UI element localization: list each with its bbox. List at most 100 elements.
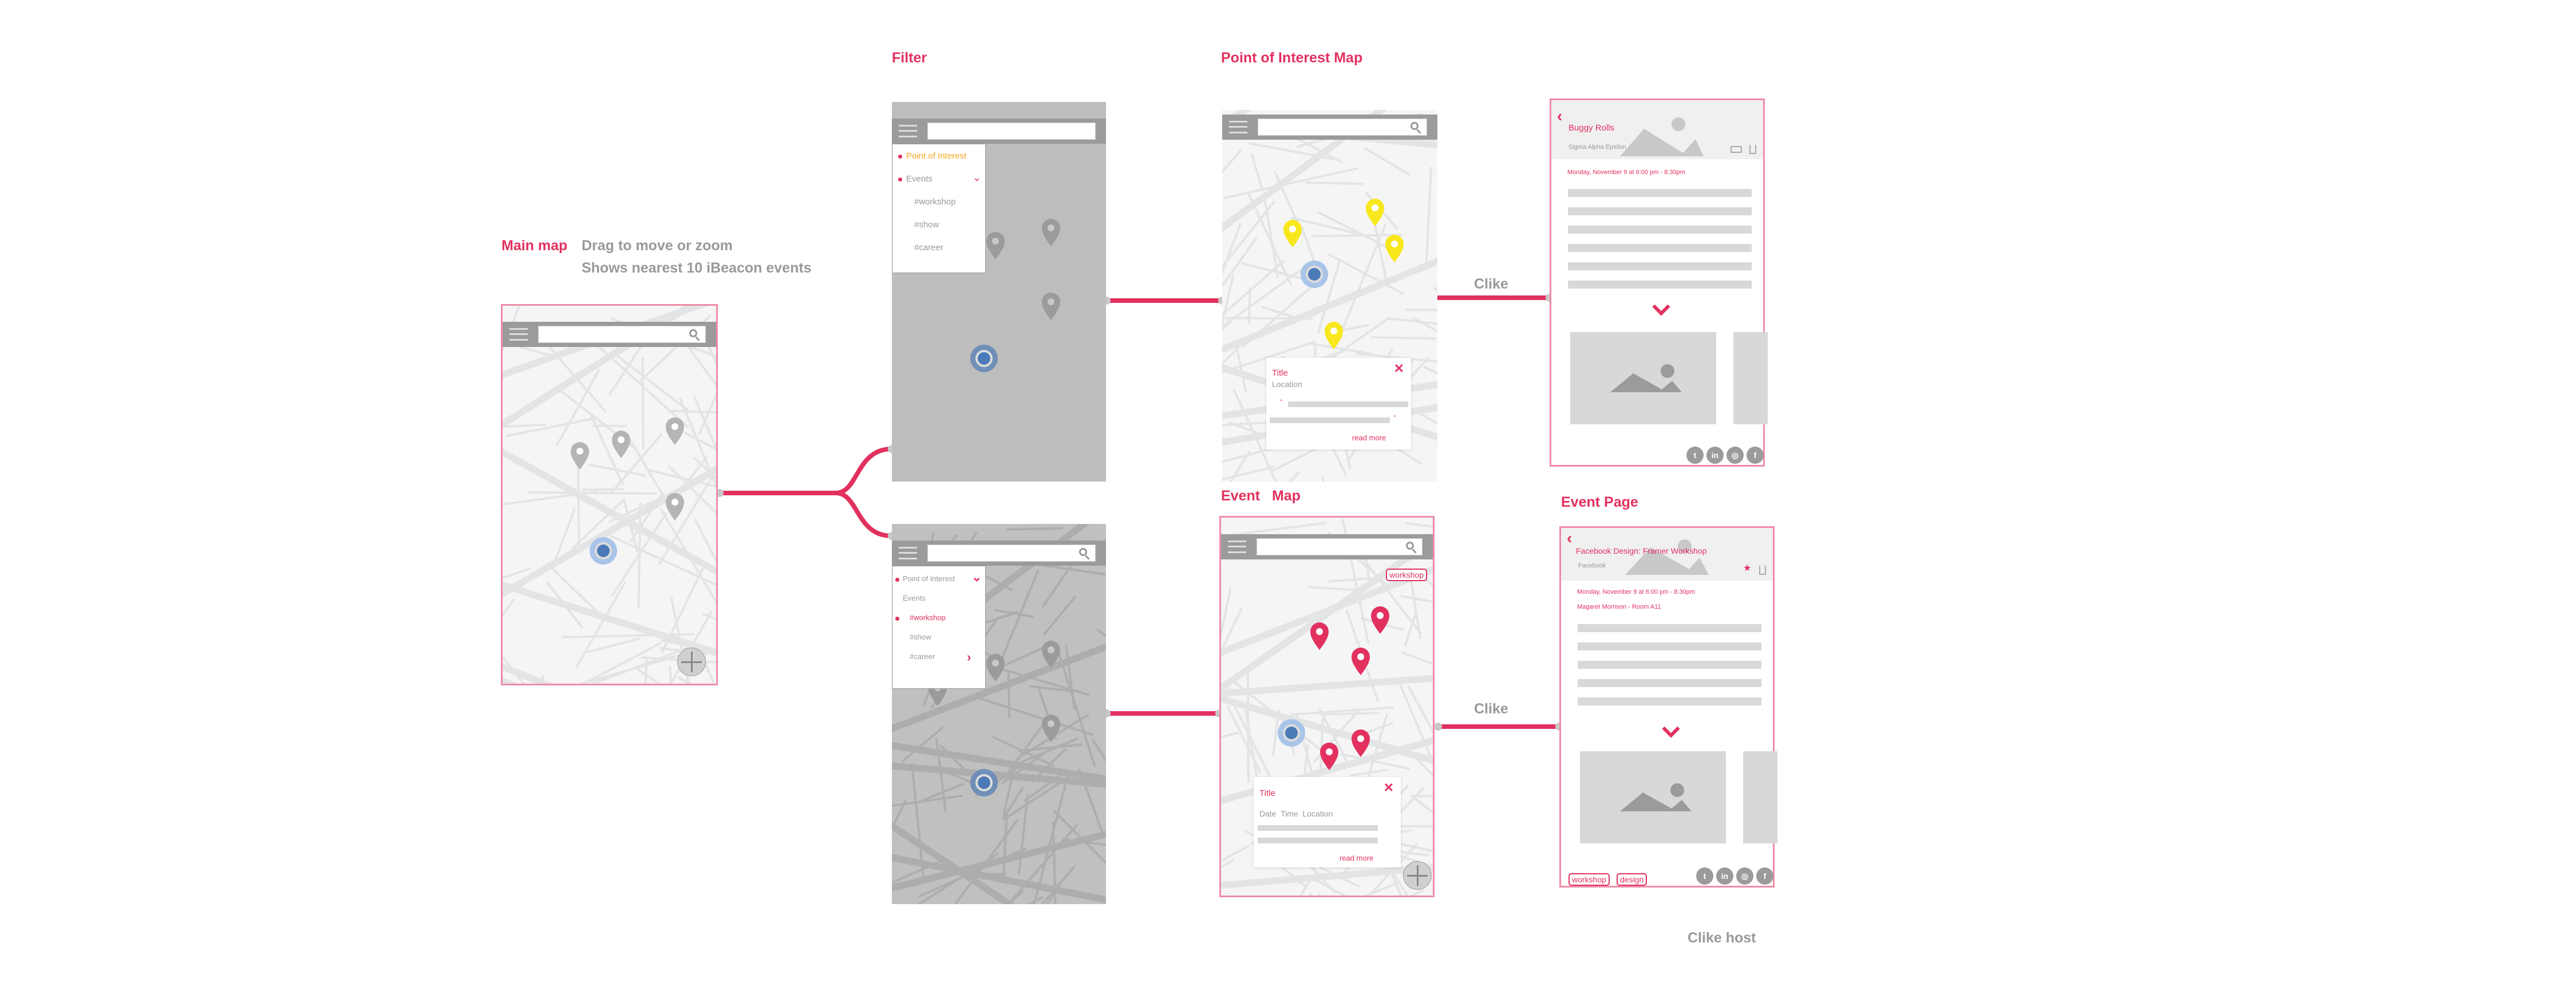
menu-item-career[interactable]: #career: [914, 243, 943, 253]
star-icon[interactable]: ★: [1743, 562, 1751, 574]
map-pin-icon[interactable]: [1385, 235, 1404, 262]
menu-item-show[interactable]: #show: [914, 220, 939, 230]
text-placeholder: [1578, 697, 1761, 705]
menu-item-career[interactable]: #career: [910, 652, 935, 661]
search-icon[interactable]: [1079, 548, 1087, 556]
text-placeholder: [1258, 825, 1378, 831]
menu-item-events[interactable]: Events: [906, 174, 933, 184]
add-button[interactable]: [1403, 861, 1432, 890]
map-pin-icon[interactable]: [986, 232, 1005, 259]
search-input[interactable]: [1258, 119, 1427, 136]
twitter-icon[interactable]: t: [1686, 447, 1704, 464]
search-icon[interactable]: [689, 329, 697, 337]
map-pin-icon[interactable]: [666, 493, 684, 520]
close-icon[interactable]: ✕: [1384, 780, 1394, 795]
popup-title: Title: [1272, 368, 1288, 378]
hamburger-menu-icon[interactable]: [899, 125, 917, 137]
search-input[interactable]: [927, 545, 1096, 562]
toolbar: [892, 541, 1106, 566]
map-pin-icon[interactable]: [1352, 729, 1370, 757]
instagram-icon[interactable]: ◎: [1726, 447, 1744, 464]
event-page-label: Event Page: [1561, 494, 1638, 510]
menu-item-poi[interactable]: Point of Interest: [906, 151, 966, 161]
event-tag-workshop[interactable]: workshop: [1568, 873, 1610, 886]
current-location-icon: [1278, 719, 1305, 747]
menu-item-workshop[interactable]: #workshop: [910, 613, 946, 622]
linkedin-icon[interactable]: in: [1716, 867, 1733, 885]
event-tag-design[interactable]: design: [1617, 873, 1647, 886]
event-map-screen[interactable]: workshop ✕ Title Date Time Location read…: [1219, 516, 1435, 897]
linkedin-icon[interactable]: in: [1706, 447, 1724, 464]
map-pin-icon[interactable]: [1366, 199, 1384, 226]
map-pin-icon[interactable]: [1042, 293, 1060, 320]
map-pin-icon[interactable]: [571, 442, 589, 470]
search-input[interactable]: [927, 123, 1096, 140]
active-filter-tag[interactable]: workshop: [1386, 569, 1427, 581]
search-icon[interactable]: [1411, 122, 1419, 130]
menu-item-poi[interactable]: Point of Interest: [903, 574, 955, 583]
search-input[interactable]: [1257, 538, 1423, 555]
map-pin-icon[interactable]: [1371, 606, 1389, 634]
vr-icon[interactable]: [1730, 146, 1742, 153]
filter-screen-poi[interactable]: Point of Interest Events ⌄ #workshop #sh…: [892, 102, 1106, 482]
close-icon[interactable]: ✕: [1394, 361, 1404, 376]
image-placeholder-icon: [1620, 117, 1704, 156]
menu-item-workshop[interactable]: #workshop: [914, 197, 956, 207]
map-pin-icon[interactable]: [666, 417, 684, 445]
add-button[interactable]: [677, 648, 706, 676]
selected-dot: [898, 178, 902, 182]
event-host[interactable]: Facebook: [1578, 562, 1606, 569]
menu-item-show[interactable]: #show: [910, 633, 931, 641]
chevron-down-icon[interactable]: [1662, 720, 1680, 738]
map-pin-icon[interactable]: [986, 654, 1005, 681]
hamburger-menu-icon[interactable]: [509, 328, 528, 341]
text-placeholder: [1578, 661, 1761, 669]
map-label-word: Map: [1271, 488, 1301, 504]
main-map-screen[interactable]: [501, 304, 718, 685]
read-more-link[interactable]: read more: [1340, 854, 1373, 862]
share-icon[interactable]: [1749, 145, 1756, 154]
current-location-icon: [590, 537, 617, 565]
event-map-label: Event Map: [1221, 488, 1301, 504]
back-button[interactable]: ‹: [1567, 529, 1572, 547]
chevron-down-icon[interactable]: [1652, 298, 1670, 316]
event-datetime: Monday, November 9 at 6:00 pm - 8:30pm: [1567, 169, 1685, 176]
facebook-icon[interactable]: f: [1747, 447, 1764, 464]
hamburger-menu-icon[interactable]: [1229, 121, 1247, 133]
map-pin-icon[interactable]: [1325, 322, 1343, 349]
map-pin-icon[interactable]: [1310, 622, 1329, 650]
map-pin-icon[interactable]: [1042, 219, 1060, 246]
hamburger-menu-icon[interactable]: [899, 547, 917, 559]
popup-location: Location: [1272, 380, 1302, 389]
poi-map-screen[interactable]: ✕ Title Location “ ” read more: [1222, 110, 1437, 482]
hamburger-menu-icon[interactable]: [1228, 541, 1246, 553]
search-icon[interactable]: [1406, 542, 1414, 550]
poi-popup[interactable]: ✕ Title Location “ ” read more: [1266, 358, 1411, 449]
instagram-icon[interactable]: ◎: [1736, 867, 1753, 885]
chevron-down-icon[interactable]: ⌄: [973, 172, 981, 184]
back-button[interactable]: ‹: [1557, 107, 1562, 125]
event-popup[interactable]: ✕ Title Date Time Location read more: [1254, 777, 1401, 867]
street-map[interactable]: [503, 306, 716, 684]
chevron-down-icon[interactable]: ⌄: [971, 570, 982, 585]
facebook-icon[interactable]: f: [1756, 867, 1773, 885]
event-location: Magaret Morrison - Room A11: [1577, 604, 1661, 610]
detail-header: ‹ Facebook Design: Framer Workshop Faceb…: [1561, 528, 1773, 581]
event-title: Facebook Design: Framer Workshop: [1576, 546, 1707, 555]
event-host[interactable]: Sigma Alpha Epsilon: [1568, 144, 1626, 151]
filter-screen-events[interactable]: Point of Interest ⌄ Events #workshop #sh…: [892, 524, 1106, 904]
selected-dot: [895, 617, 899, 621]
chevron-right-icon[interactable]: ›: [967, 650, 971, 665]
share-icon[interactable]: [1759, 566, 1766, 575]
menu-item-events[interactable]: Events: [903, 594, 926, 602]
current-location-icon: [970, 769, 998, 796]
search-input[interactable]: [538, 326, 706, 343]
twitter-icon[interactable]: t: [1696, 867, 1713, 885]
map-pin-icon[interactable]: [1283, 220, 1302, 247]
map-pin-icon[interactable]: [1042, 715, 1060, 742]
text-placeholder: [1568, 244, 1752, 252]
text-placeholder: [1578, 624, 1761, 632]
map-pin-icon[interactable]: [612, 431, 630, 458]
read-more-link[interactable]: read more: [1352, 433, 1386, 442]
image-placeholder: [1733, 332, 1768, 424]
